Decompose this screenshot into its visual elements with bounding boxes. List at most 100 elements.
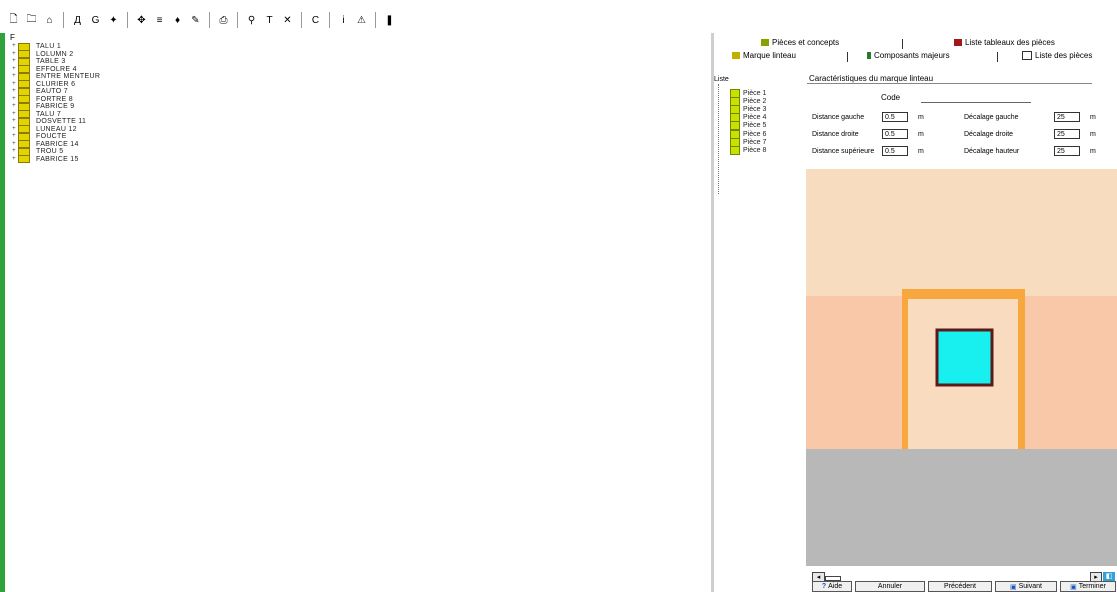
toolbar-separator bbox=[237, 12, 238, 28]
tab-strip: Pièces et concepts Liste tableaux des pi… bbox=[714, 38, 1117, 72]
view-icon[interactable]: Д bbox=[70, 13, 85, 28]
concept-icon bbox=[761, 39, 769, 46]
brush-icon[interactable]: ✎ bbox=[188, 13, 203, 28]
tab-liste-pieces[interactable]: Liste des pièces bbox=[1022, 51, 1092, 60]
delete-icon[interactable]: ✕ bbox=[280, 13, 295, 28]
bucket-icon[interactable]: ♦ bbox=[170, 13, 185, 28]
finish-label: Terminer bbox=[1078, 583, 1106, 590]
open-folder-icon[interactable]: 🗀 bbox=[24, 13, 39, 28]
previous-button[interactable]: Précédent bbox=[928, 581, 992, 592]
tab-label: Pièces et concepts bbox=[772, 38, 840, 47]
warning-icon[interactable]: ⚠ bbox=[354, 13, 369, 28]
property-input[interactable]: 0.5 bbox=[882, 146, 908, 156]
property-label: Distance supérieure bbox=[812, 147, 875, 155]
left-accent-bar bbox=[0, 33, 5, 592]
search-icon[interactable]: ⚲ bbox=[244, 13, 259, 28]
previous-label: Précédent bbox=[944, 583, 976, 590]
property-label: Distance droite bbox=[812, 130, 859, 138]
info-icon[interactable]: i bbox=[336, 13, 351, 28]
expand-icon[interactable]: + bbox=[10, 148, 18, 155]
project-tree[interactable]: F + TALU 1 + LOLUMN 2 + TABLE 3 + EFFOLRE 4 + ENT… bbox=[8, 33, 708, 592]
tree-item-label: TROU 5 bbox=[36, 148, 64, 156]
help-label: Aide bbox=[828, 583, 843, 590]
next-icon: ▣ bbox=[1010, 583, 1017, 591]
globe-icon[interactable]: G bbox=[88, 13, 103, 28]
code-field[interactable] bbox=[921, 92, 1031, 103]
piece-list: Pièce 1 Pièce 2 Pièce 3 Pièce 4 Pièce 5 Pièce… bbox=[730, 88, 767, 155]
tree-item[interactable]: + FABRICE 15 bbox=[10, 155, 100, 164]
finish-button[interactable]: ▣ Terminer bbox=[1060, 581, 1116, 592]
expand-icon[interactable]: + bbox=[10, 126, 18, 133]
expand-icon[interactable]: + bbox=[10, 73, 18, 80]
expand-icon[interactable]: + bbox=[10, 118, 18, 125]
property-label: Décalage gauche bbox=[964, 113, 1019, 121]
expand-icon[interactable]: + bbox=[10, 58, 18, 65]
expand-icon[interactable]: + bbox=[10, 111, 18, 118]
property-input[interactable]: 25 bbox=[1054, 129, 1080, 139]
floor bbox=[806, 449, 1117, 566]
component-icon bbox=[867, 52, 871, 59]
group-title: Caractéristiques du marque linteau bbox=[809, 74, 937, 83]
piece-label: Pièce 8 bbox=[743, 146, 767, 154]
tab-marque-linteau[interactable]: Marque linteau bbox=[732, 51, 796, 60]
piece-label: Pièce 6 bbox=[743, 130, 767, 138]
exit-icon[interactable]: ❚ bbox=[382, 13, 397, 28]
piece-tree[interactable]: Liste Pièce 1 Pièce 2 Pièce 3 Pièce 4 Pièce … bbox=[712, 74, 806, 592]
tree-item-label: LOLUMN 2 bbox=[36, 50, 74, 58]
next-button[interactable]: ▣ Suivant bbox=[995, 581, 1057, 592]
property-row-right: Décalage droite 25 m bbox=[964, 129, 1096, 139]
piece-label: Pièce 3 bbox=[743, 105, 767, 113]
pointer-icon[interactable]: ✦ bbox=[106, 13, 121, 28]
toolbar-separator bbox=[301, 12, 302, 28]
tab-pieces-concepts[interactable]: Pièces et concepts bbox=[761, 38, 839, 47]
piece-item[interactable]: Pièce 8 bbox=[730, 145, 767, 155]
table-icon bbox=[954, 39, 962, 46]
expand-icon[interactable]: + bbox=[10, 66, 18, 73]
property-input[interactable]: 25 bbox=[1054, 146, 1080, 156]
help-button[interactable]: ? Aide bbox=[812, 581, 852, 592]
property-input[interactable]: 0.5 bbox=[882, 129, 908, 139]
new-document-icon[interactable]: 🗋 bbox=[6, 13, 21, 28]
pan-icon[interactable]: ✥ bbox=[134, 13, 149, 28]
toolbar-separator bbox=[63, 12, 64, 28]
property-label: Décalage hauteur bbox=[964, 147, 1020, 155]
piece-icon bbox=[730, 145, 740, 155]
tab-composants-majeurs[interactable]: Composants majeurs bbox=[867, 51, 950, 60]
tree-item-label: TABLE 3 bbox=[36, 58, 66, 66]
expand-icon[interactable]: + bbox=[10, 133, 18, 140]
tree-item-label: CLURIER 6 bbox=[36, 80, 76, 88]
tree-item-label: FABRICE 9 bbox=[36, 103, 75, 111]
expand-icon[interactable]: + bbox=[10, 88, 18, 95]
tab-label: Liste des pièces bbox=[1035, 51, 1093, 60]
house-icon[interactable]: ⌂ bbox=[42, 13, 57, 28]
code-label: Code bbox=[881, 93, 901, 102]
next-label: Suivant bbox=[1018, 583, 1042, 590]
unit-label: m bbox=[1090, 113, 1096, 121]
expand-icon[interactable]: + bbox=[10, 81, 18, 88]
property-row-left: Distance droite 0.5 m bbox=[812, 129, 924, 139]
text-icon[interactable]: T bbox=[262, 13, 277, 28]
tree-item-label: ENTRE MENTEUR bbox=[36, 73, 101, 81]
expand-icon[interactable]: + bbox=[10, 141, 18, 148]
toolbar-separator bbox=[329, 12, 330, 28]
lintel-diagram bbox=[806, 169, 1117, 566]
property-input[interactable]: 25 bbox=[1054, 112, 1080, 122]
expand-icon[interactable]: + bbox=[10, 156, 18, 163]
element-icon bbox=[18, 155, 30, 164]
tab-liste-tableaux[interactable]: Liste tableaux des pièces bbox=[954, 38, 1055, 47]
refresh-icon[interactable]: C bbox=[308, 13, 323, 28]
unit-label: m bbox=[1090, 130, 1096, 138]
expand-icon[interactable]: + bbox=[10, 103, 18, 110]
unit-label: m bbox=[918, 130, 924, 138]
toolbar-separator bbox=[375, 12, 376, 28]
expand-icon[interactable]: + bbox=[10, 43, 18, 50]
cancel-button[interactable]: Annuler bbox=[855, 581, 925, 592]
expand-icon[interactable]: + bbox=[10, 96, 18, 103]
lintel-icon bbox=[732, 52, 740, 59]
tree-item-label: TALU 7 bbox=[36, 110, 62, 118]
print-icon[interactable]: ⎙ bbox=[216, 13, 231, 28]
piece-label: Pièce 2 bbox=[743, 97, 767, 105]
property-input[interactable]: 0.5 bbox=[882, 112, 908, 122]
palette-icon[interactable]: ≡ bbox=[152, 13, 167, 28]
expand-icon[interactable]: + bbox=[10, 51, 18, 58]
